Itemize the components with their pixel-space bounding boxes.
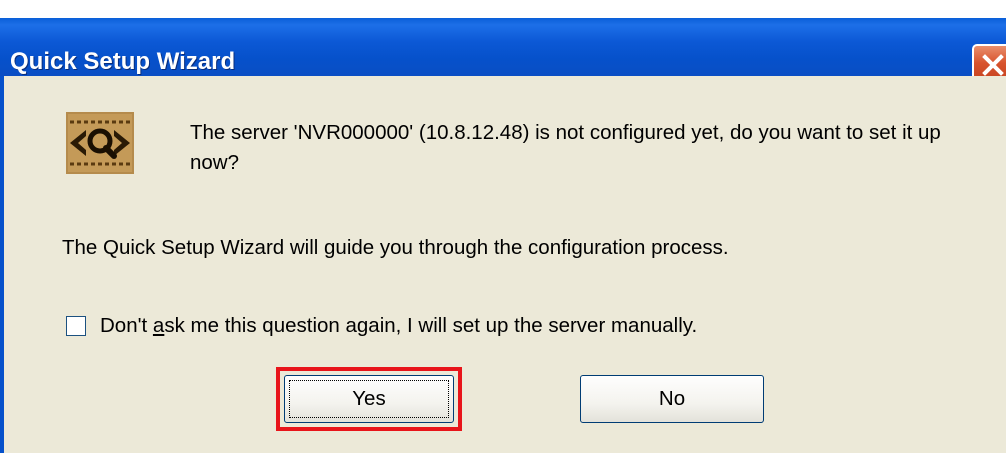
- dont-ask-label-part2: sk me this question again, I will set up…: [164, 314, 698, 337]
- no-button-label: No: [658, 387, 686, 410]
- eye-magnifier-icon: [66, 112, 134, 174]
- no-button[interactable]: No: [580, 375, 764, 423]
- dont-ask-label[interactable]: Don't ask me this question again, I will…: [100, 314, 697, 338]
- dialog-window: Quick Setup Wizard The server 'NVR000000…: [0, 0, 1006, 453]
- dont-ask-label-part1: Don't: [100, 314, 153, 337]
- window-title: Quick Setup Wizard: [10, 48, 236, 75]
- focus-rectangle: [289, 380, 449, 418]
- close-icon: [982, 54, 1004, 76]
- yes-button[interactable]: Yes: [284, 375, 454, 423]
- guide-text: The Quick Setup Wizard will guide you th…: [62, 236, 729, 259]
- dialog-message: The server 'NVR000000' (10.8.12.48) is n…: [190, 121, 941, 174]
- dont-ask-checkbox[interactable]: [66, 316, 86, 336]
- title-bar[interactable]: Quick Setup Wizard: [0, 18, 1006, 86]
- dont-ask-accelerator: a: [152, 314, 165, 337]
